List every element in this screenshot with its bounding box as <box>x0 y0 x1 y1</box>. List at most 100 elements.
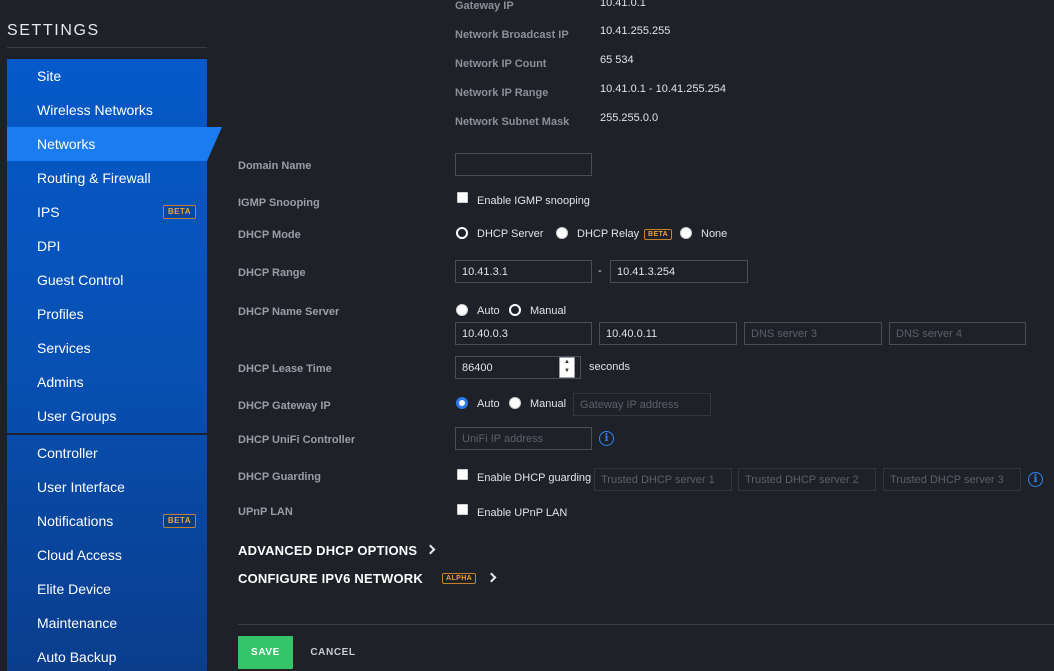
chevron-right-icon[interactable] <box>425 544 436 555</box>
name-server-auto-radio[interactable] <box>456 304 468 316</box>
gateway-auto-option: Auto <box>477 398 500 410</box>
sidebar-item-wireless-networks[interactable]: Wireless Networks <box>7 93 207 127</box>
sidebar-item-label: Services <box>37 340 91 356</box>
advanced-dhcp-options-link[interactable]: ADVANCED DHCP OPTIONS <box>238 543 417 558</box>
sidebar-item-label: Elite Device <box>37 581 111 597</box>
dhcp-guarding-option: Enable DHCP guarding <box>477 472 592 484</box>
sidebar-item-elite-device[interactable]: Elite Device <box>7 572 207 606</box>
dhcp-range-label: DHCP Range <box>238 267 306 279</box>
configure-ipv6-network-link[interactable]: CONFIGURE IPV6 NETWORK <box>238 571 423 586</box>
ip-range-label: Network IP Range <box>455 87 549 99</box>
sidebar: Site Wireless Networks Networks Routing … <box>7 59 222 671</box>
name-server-manual-radio[interactable] <box>509 304 521 316</box>
dhcp-mode-label: DHCP Mode <box>238 229 301 241</box>
sidebar-item-label: Controller <box>37 445 98 461</box>
sidebar-item-networks[interactable]: Networks <box>7 127 222 161</box>
dns-server-4-input[interactable] <box>889 322 1026 345</box>
sidebar-item-label: Admins <box>37 374 84 390</box>
sidebar-item-auto-backup[interactable]: Auto Backup <box>7 640 207 671</box>
dhcp-relay-option: DHCP Relay <box>577 228 640 240</box>
ip-count-label: Network IP Count <box>455 58 547 70</box>
sidebar-item-services[interactable]: Services <box>7 331 207 365</box>
subnet-mask-value: 255.255.0.0 <box>600 112 659 124</box>
sidebar-item-site[interactable]: Site <box>7 59 207 93</box>
sidebar-item-label: Routing & Firewall <box>37 170 151 186</box>
igmp-snooping-checkbox[interactable] <box>457 192 468 203</box>
upnp-lan-option: Enable UPnP LAN <box>477 507 568 519</box>
sidebar-divider <box>7 433 207 435</box>
sidebar-item-user-interface[interactable]: User Interface <box>7 470 207 504</box>
igmp-snooping-option: Enable IGMP snooping <box>477 195 590 207</box>
sidebar-item-label: Site <box>37 68 62 84</box>
gateway-auto-radio[interactable] <box>456 397 468 409</box>
dhcp-server-option: DHCP Server <box>477 228 544 240</box>
sidebar-item-label: Maintenance <box>37 615 118 631</box>
dhcp-name-server-label: DHCP Name Server <box>238 306 340 318</box>
igmp-snooping-label: IGMP Snooping <box>238 197 320 209</box>
sidebar-item-label: Networks <box>37 136 96 152</box>
sidebar-item-dpi[interactable]: DPI <box>7 229 207 263</box>
sidebar-item-label: Cloud Access <box>37 547 122 563</box>
sidebar-item-ips[interactable]: IPS BETA <box>7 195 207 229</box>
domain-name-input[interactable] <box>455 153 592 176</box>
dns-server-2-input[interactable] <box>599 322 737 345</box>
settings-title: SETTINGS <box>7 22 100 39</box>
lease-time-stepper[interactable]: ▲ ▼ <box>559 357 575 378</box>
trusted-dhcp-server-1-input[interactable] <box>594 468 732 491</box>
sidebar-item-routing-firewall[interactable]: Routing & Firewall <box>7 161 207 195</box>
broadcast-ip-label: Network Broadcast IP <box>455 29 569 41</box>
trusted-dhcp-server-3-input[interactable] <box>883 468 1021 491</box>
sidebar-item-profiles[interactable]: Profiles <box>7 297 207 331</box>
dhcp-lease-time-label: DHCP Lease Time <box>238 363 332 375</box>
sidebar-item-label: User Interface <box>37 479 125 495</box>
info-icon[interactable]: i <box>1028 472 1043 487</box>
dns-server-1-input[interactable] <box>455 322 592 345</box>
upnp-lan-label: UPnP LAN <box>238 506 293 518</box>
stepper-up-icon[interactable]: ▲ <box>560 358 574 367</box>
sidebar-item-controller[interactable]: Controller <box>7 436 207 470</box>
dhcp-none-option: None <box>701 228 728 240</box>
chevron-right-icon[interactable] <box>486 572 497 583</box>
footer-divider <box>238 624 1054 625</box>
divider <box>7 47 207 48</box>
dhcp-server-radio[interactable] <box>456 227 468 239</box>
sidebar-item-label: Guest Control <box>37 272 124 288</box>
dhcp-guarding-checkbox[interactable] <box>457 469 468 480</box>
beta-badge: BETA <box>162 514 196 528</box>
unifi-ip-input[interactable] <box>455 427 592 450</box>
beta-badge: BETA <box>162 205 196 219</box>
ip-count-value: 65 534 <box>600 54 634 66</box>
dhcp-none-radio[interactable] <box>680 227 692 239</box>
sidebar-item-label: Profiles <box>37 306 84 322</box>
dhcp-unifi-controller-label: DHCP UniFi Controller <box>238 434 356 446</box>
sidebar-item-notifications[interactable]: Notifications BETA <box>7 504 207 538</box>
domain-name-label: Domain Name <box>238 160 312 172</box>
name-server-auto-option: Auto <box>477 305 500 317</box>
trusted-dhcp-server-2-input[interactable] <box>738 468 876 491</box>
sidebar-item-label: Auto Backup <box>37 649 117 665</box>
alpha-badge: ALPHA <box>442 573 477 584</box>
dns-server-3-input[interactable] <box>744 322 882 345</box>
dhcp-relay-radio[interactable] <box>556 227 568 239</box>
gateway-ip-label: Gateway IP <box>455 0 514 12</box>
sidebar-item-guest-control[interactable]: Guest Control <box>7 263 207 297</box>
sidebar-item-maintenance[interactable]: Maintenance <box>7 606 207 640</box>
save-button[interactable]: SAVE <box>238 636 293 669</box>
name-server-manual-option: Manual <box>530 305 567 317</box>
sidebar-item-user-groups[interactable]: User Groups <box>7 399 207 433</box>
sidebar-item-label: Notifications <box>37 513 114 529</box>
dhcp-guarding-label: DHCP Guarding <box>238 471 321 483</box>
sidebar-item-admins[interactable]: Admins <box>7 365 207 399</box>
info-icon[interactable]: i <box>599 431 614 446</box>
sidebar-item-label: User Groups <box>37 408 117 424</box>
stepper-down-icon[interactable]: ▼ <box>560 367 574 376</box>
gateway-manual-radio[interactable] <box>509 397 521 409</box>
gateway-ip-input[interactable] <box>573 393 711 416</box>
dhcp-range-end-input[interactable] <box>610 260 748 283</box>
gateway-ip-value: 10.41.0.1 <box>600 0 646 9</box>
subnet-mask-label: Network Subnet Mask <box>455 116 570 128</box>
dhcp-range-start-input[interactable] <box>455 260 592 283</box>
cancel-button[interactable]: CANCEL <box>304 636 362 669</box>
sidebar-item-cloud-access[interactable]: Cloud Access <box>7 538 207 572</box>
upnp-lan-checkbox[interactable] <box>457 504 468 515</box>
